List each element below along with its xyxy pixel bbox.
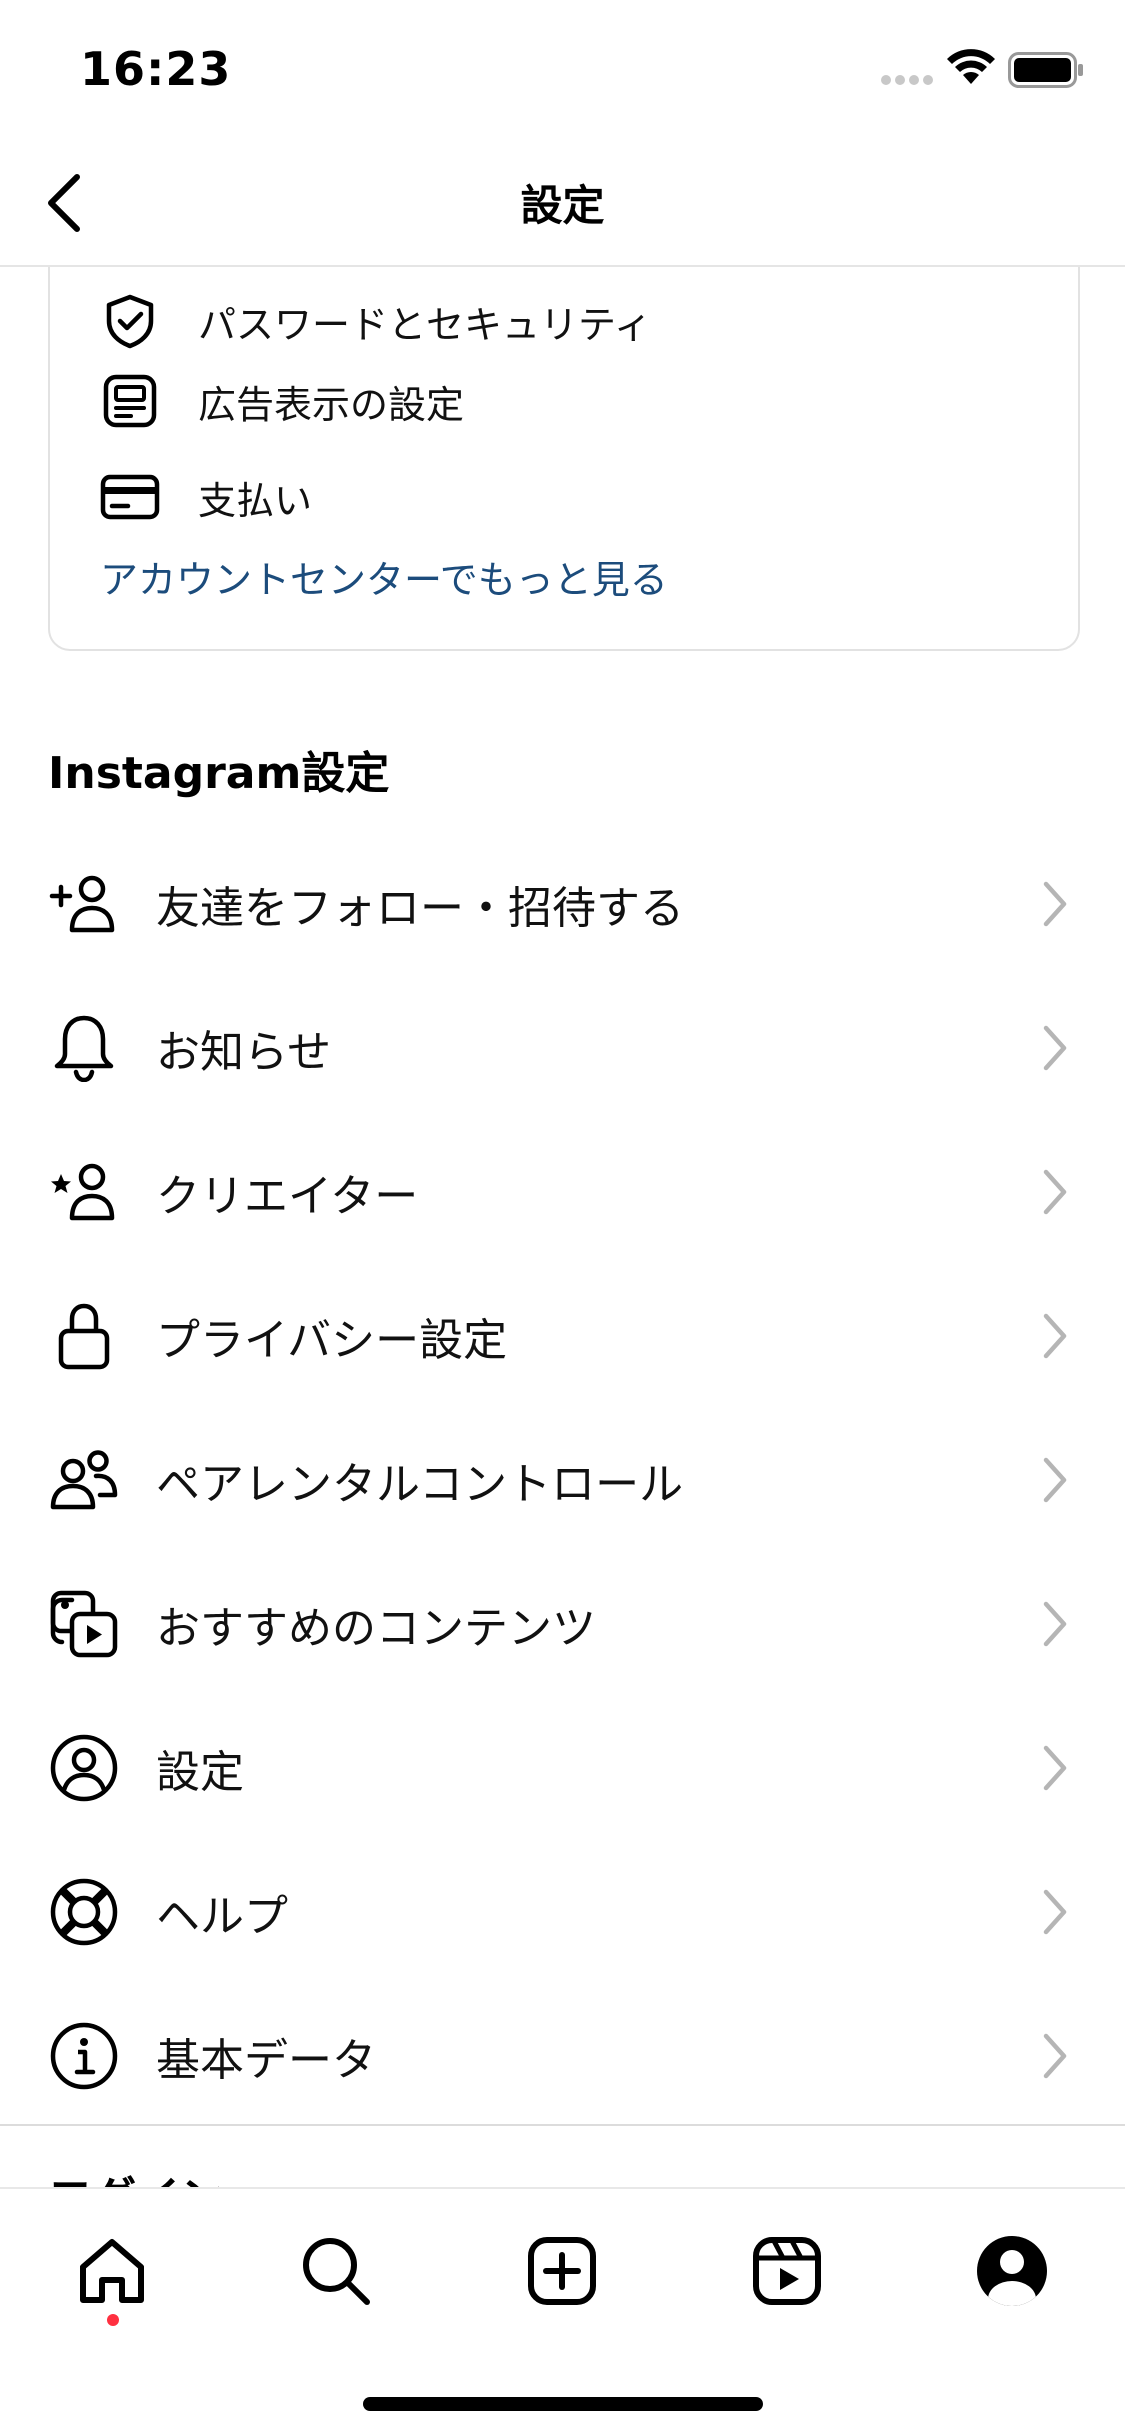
tab-search[interactable] — [286, 2221, 386, 2321]
ad-settings-icon — [100, 371, 160, 431]
menu-item-label: 基本データ — [156, 2035, 376, 2086]
credit-card-icon — [100, 467, 160, 527]
chevron-right-icon — [1035, 1450, 1075, 1510]
login-section-heading: ログイン — [48, 2162, 224, 2187]
menu-item-notifications[interactable]: お知らせ — [0, 976, 1125, 1120]
chevron-right-icon — [1035, 1738, 1075, 1798]
media-play-icon — [48, 1588, 120, 1660]
lock-icon — [48, 1300, 120, 1372]
status-bar: 16:23 — [0, 0, 1125, 140]
accounts-center-more-link[interactable]: アカウントセンターでもっと見る — [100, 549, 668, 604]
menu-item-suggested-content[interactable]: おすすめのコンテンツ — [0, 1552, 1125, 1696]
search-icon — [303, 2238, 370, 2305]
tab-profile[interactable] — [962, 2221, 1062, 2321]
menu-item-label: おすすめのコンテンツ — [156, 1603, 596, 1654]
home-icon — [80, 2239, 144, 2303]
menu-item-help[interactable]: ヘルプ — [0, 1840, 1125, 1984]
instagram-settings-heading: Instagram設定 — [48, 748, 390, 799]
chevron-right-icon — [1035, 1018, 1075, 1078]
menu-item-privacy[interactable]: プライバシー設定 — [0, 1264, 1125, 1408]
menu-item-label: ヘルプ — [156, 1891, 288, 1942]
tab-home[interactable] — [62, 2221, 162, 2321]
settings-screen: 16:23 設定 パスワードとセキュリティ 広告表示の設定 支払い アカウントセ… — [0, 0, 1125, 2436]
chevron-right-icon — [1035, 874, 1075, 934]
add-person-icon — [48, 868, 120, 940]
star-person-icon — [48, 1156, 120, 1228]
page-title: 設定 — [520, 181, 605, 230]
people-icon — [48, 1444, 120, 1516]
bell-icon — [48, 1012, 120, 1084]
tab-create[interactable] — [512, 2221, 612, 2321]
create-icon — [528, 2237, 596, 2305]
card-item-label: 支払い — [198, 478, 313, 523]
battery-icon — [1008, 52, 1083, 88]
menu-item-label: クリエイター — [156, 1171, 419, 1222]
card-item-label: 広告表示の設定 — [198, 382, 465, 427]
shield-check-icon — [100, 291, 160, 351]
wifi-icon — [947, 49, 995, 84]
status-time: 16:23 — [80, 42, 232, 96]
menu-item-follow-invite[interactable]: 友達をフォロー・招待する — [0, 832, 1125, 976]
menu-item-account-settings[interactable]: 設定 — [0, 1696, 1125, 1840]
settings-content[interactable]: パスワードとセキュリティ 広告表示の設定 支払い アカウントセンターでもっと見る… — [0, 267, 1125, 2187]
card-item-password-security[interactable]: パスワードとセキュリティ — [100, 281, 652, 361]
menu-item-label: 設定 — [156, 1747, 244, 1798]
profile-icon — [977, 2236, 1047, 2306]
lifebuoy-icon — [48, 1876, 120, 1948]
nav-header: 設定 — [0, 140, 1125, 267]
reels-icon — [753, 2237, 821, 2305]
menu-item-label: 友達をフォロー・招待する — [156, 883, 684, 934]
card-item-payments[interactable]: 支払い — [100, 457, 312, 537]
card-item-ad-settings[interactable]: 広告表示の設定 — [100, 361, 464, 441]
signal-icon — [881, 75, 933, 85]
chevron-right-icon — [1035, 1882, 1075, 1942]
menu-item-label: ペアレンタルコントロール — [156, 1459, 684, 1510]
tab-reels[interactable] — [737, 2221, 837, 2321]
chevron-right-icon — [1035, 1306, 1075, 1366]
accounts-center-card: パスワードとセキュリティ 広告表示の設定 支払い アカウントセンターでもっと見る — [48, 267, 1080, 651]
account-circle-icon — [48, 1732, 120, 1804]
menu-item-about[interactable]: 基本データ — [0, 1984, 1125, 2128]
card-item-label: パスワードとセキュリティ — [198, 302, 652, 347]
menu-item-parental-controls[interactable]: ペアレンタルコントロール — [0, 1408, 1125, 1552]
section-divider — [0, 2124, 1125, 2126]
chevron-right-icon — [1035, 1594, 1075, 1654]
menu-item-creator[interactable]: クリエイター — [0, 1120, 1125, 1264]
notification-dot — [107, 2314, 119, 2326]
info-icon — [48, 2020, 120, 2092]
instagram-settings-list: 友達をフォロー・招待する お知らせ クリエイター プライバシー設定 ペアレンタル… — [0, 832, 1125, 2128]
home-indicator[interactable] — [363, 2397, 763, 2411]
menu-item-label: お知らせ — [156, 1027, 332, 1078]
menu-item-label: プライバシー設定 — [156, 1315, 508, 1366]
chevron-right-icon — [1035, 2026, 1075, 2086]
chevron-right-icon — [1035, 1162, 1075, 1222]
